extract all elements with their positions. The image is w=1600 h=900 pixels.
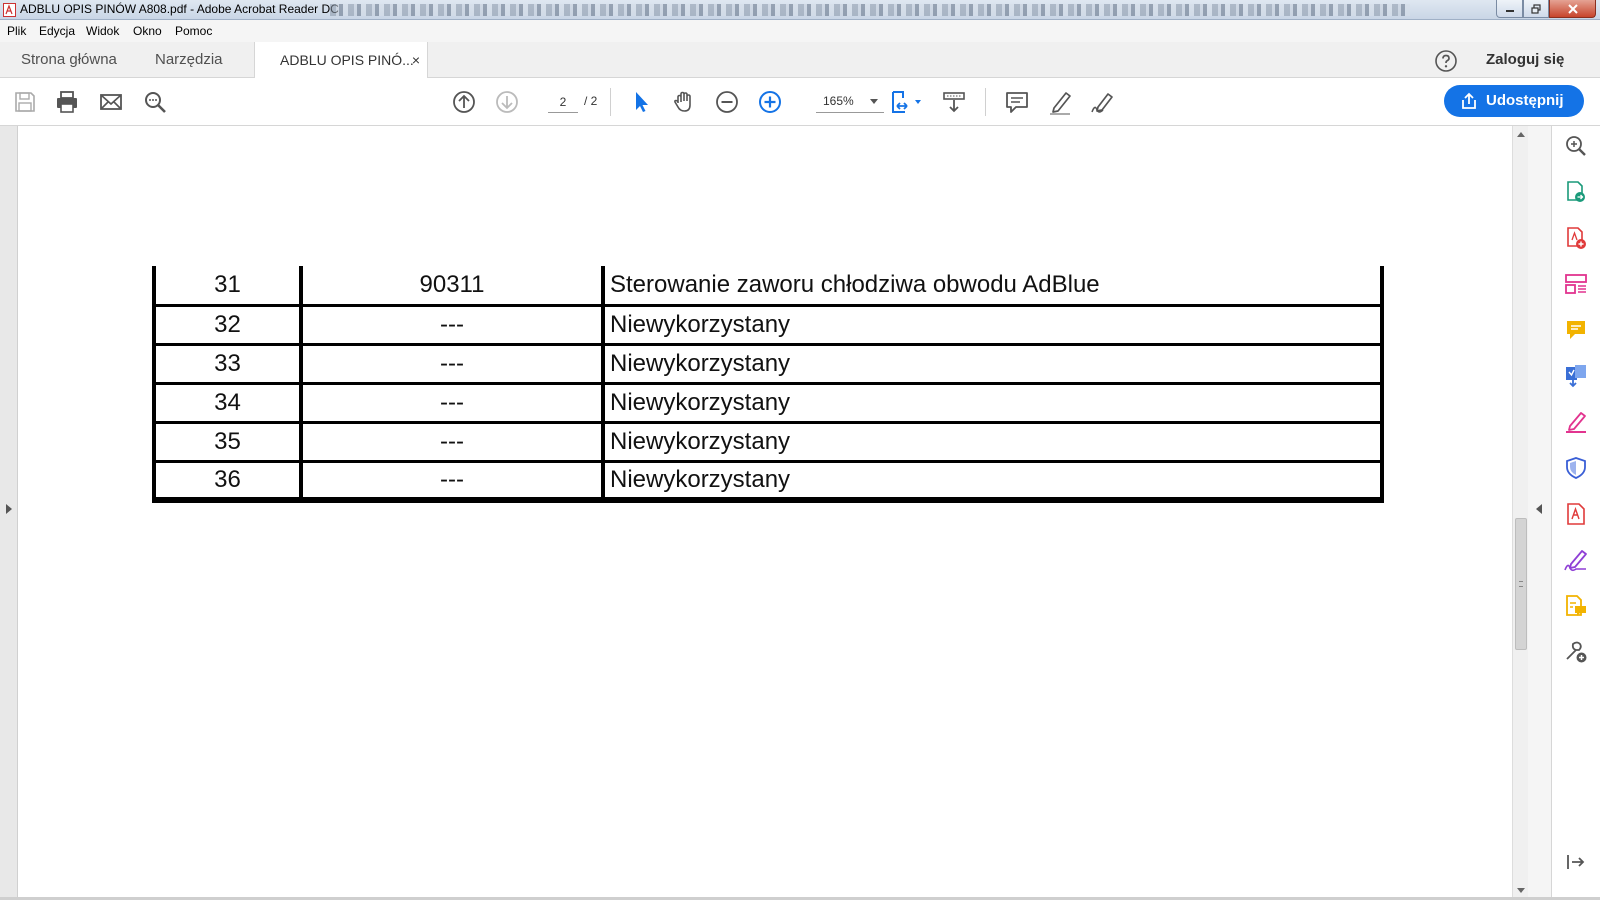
collapse-pane-icon[interactable] xyxy=(1564,850,1588,874)
create-pdf-icon[interactable] xyxy=(1564,226,1588,250)
tab-home[interactable]: Strona główna xyxy=(21,42,117,78)
export-pdf-icon[interactable] xyxy=(1564,180,1588,204)
scroll-up-icon[interactable] xyxy=(1517,132,1525,137)
pin-description-cell: Niewykorzystany xyxy=(601,305,1384,346)
pdf-page xyxy=(18,126,1512,900)
organize-pages-icon[interactable] xyxy=(1564,272,1588,296)
pin-number-cell: 36 xyxy=(152,461,303,503)
table-row: 31 90311 Sterowanie zaworu chłodziwa obw… xyxy=(152,266,1384,307)
pin-number-cell: 34 xyxy=(152,383,303,424)
minimize-icon xyxy=(1505,9,1514,12)
pin-description-cell: Niewykorzystany xyxy=(601,461,1384,503)
share-icon xyxy=(1462,92,1476,109)
pin-code-cell: --- xyxy=(299,344,605,385)
close-window-button[interactable] xyxy=(1549,0,1596,18)
table-row: 32 --- Niewykorzystany xyxy=(152,305,1384,346)
share-button[interactable]: Udostępnij xyxy=(1444,85,1584,117)
pin-description-cell: Niewykorzystany xyxy=(601,344,1384,385)
scroll-grip-icon xyxy=(1519,581,1523,587)
menu-okno[interactable]: Okno xyxy=(133,24,162,38)
chevron-down-icon xyxy=(870,99,878,104)
share-button-label: Udostępnij xyxy=(1486,92,1564,109)
pin-table: 31 90311 Sterowanie zaworu chłodziwa obw… xyxy=(152,266,1384,503)
table-row: 36 --- Niewykorzystany xyxy=(152,461,1384,503)
comment-icon[interactable] xyxy=(1003,88,1031,116)
protect-icon[interactable] xyxy=(1564,456,1588,480)
pin-number-cell: 31 xyxy=(152,266,303,307)
pin-code-cell: --- xyxy=(299,461,605,503)
zoom-value: 165% xyxy=(823,94,854,108)
help-icon[interactable] xyxy=(1434,49,1458,73)
toolbar-divider xyxy=(610,88,611,116)
pin-number-cell: 35 xyxy=(152,422,303,463)
highlight-pen-icon[interactable] xyxy=(1046,88,1074,116)
scroll-mode-icon[interactable] xyxy=(940,88,968,116)
pin-number-cell: 32 xyxy=(152,305,303,346)
scroll-down-icon[interactable] xyxy=(1517,888,1525,893)
more-tools-icon[interactable] xyxy=(1564,640,1588,664)
zoom-dropdown[interactable]: 165% xyxy=(816,91,884,113)
tools-pane xyxy=(1552,126,1600,900)
window-title-bar: ADBLU OPIS PINÓW A808.pdf - Adobe Acroba… xyxy=(0,0,1600,20)
menu-bar: Plik Edycja Widok Okno Pomoc xyxy=(0,20,1600,42)
pin-code-cell: --- xyxy=(299,383,605,424)
right-pane-divider[interactable] xyxy=(1528,126,1552,900)
tab-document-label: ADBLU OPIS PINÓ... xyxy=(280,52,414,68)
window-title: ADBLU OPIS PINÓW A808.pdf - Adobe Acroba… xyxy=(20,2,339,16)
pin-description-cell: Niewykorzystany xyxy=(601,383,1384,424)
menu-pomoc[interactable]: Pomoc xyxy=(175,24,212,38)
close-icon xyxy=(1567,3,1578,14)
pin-description-cell: Sterowanie zaworu chłodziwa obwodu AdBlu… xyxy=(601,266,1384,307)
pin-code-cell: --- xyxy=(299,305,605,346)
fit-page-icon[interactable] xyxy=(888,88,924,116)
select-cursor-icon[interactable] xyxy=(627,88,655,116)
fill-sign-icon[interactable] xyxy=(1564,410,1588,434)
minimize-button[interactable] xyxy=(1496,0,1523,18)
request-signature-icon[interactable] xyxy=(1564,548,1588,572)
tab-bar: Strona główna Narzędzia ADBLU OPIS PINÓ.… xyxy=(0,42,1600,79)
page-up-icon[interactable] xyxy=(450,88,478,116)
toolbar: / 2 165% Udostępnij xyxy=(0,78,1600,126)
zoom-in-icon[interactable] xyxy=(756,88,784,116)
toolbar-divider xyxy=(985,88,986,116)
left-pane-collapsed[interactable] xyxy=(0,126,18,900)
save-icon[interactable] xyxy=(11,88,39,116)
tab-tools[interactable]: Narzędzia xyxy=(155,42,223,78)
pin-number-cell: 33 xyxy=(152,344,303,385)
menu-widok[interactable]: Widok xyxy=(86,24,119,38)
expand-left-pane-icon[interactable] xyxy=(6,504,12,514)
tab-document[interactable]: ADBLU OPIS PINÓ... × xyxy=(254,42,428,79)
menu-plik[interactable]: Plik xyxy=(7,24,26,38)
zoom-out-icon[interactable] xyxy=(713,88,741,116)
acrobat-app-icon xyxy=(3,3,16,17)
print-icon[interactable] xyxy=(53,88,81,116)
login-link[interactable]: Zaloguj się xyxy=(1486,51,1564,68)
menu-edycja[interactable]: Edycja xyxy=(39,24,75,38)
table-row: 35 --- Niewykorzystany xyxy=(152,422,1384,463)
page-number-input[interactable] xyxy=(548,91,578,113)
hand-tool-icon[interactable] xyxy=(670,88,698,116)
page-down-icon[interactable] xyxy=(493,88,521,116)
send-comment-icon[interactable] xyxy=(1564,594,1588,618)
vertical-scrollbar[interactable] xyxy=(1512,126,1528,900)
scrollbar-thumb[interactable] xyxy=(1515,518,1527,650)
restore-icon xyxy=(1531,3,1541,14)
comment-tool-icon[interactable] xyxy=(1564,318,1588,342)
enhance-scan-icon[interactable] xyxy=(1564,134,1588,158)
tab-close-icon[interactable]: × xyxy=(412,42,420,78)
page-total: / 2 xyxy=(584,94,598,108)
table-row: 33 --- Niewykorzystany xyxy=(152,344,1384,385)
collapse-right-pane-icon[interactable] xyxy=(1536,504,1542,514)
email-icon[interactable] xyxy=(97,88,125,116)
search-icon[interactable] xyxy=(141,88,169,116)
convert-pdf-icon[interactable] xyxy=(1564,502,1588,526)
table-row: 34 --- Niewykorzystany xyxy=(152,383,1384,424)
maximize-button[interactable] xyxy=(1523,0,1549,18)
pin-code-cell: 90311 xyxy=(299,266,605,307)
pin-description-cell: Niewykorzystany xyxy=(601,422,1384,463)
sign-icon[interactable] xyxy=(1089,88,1117,116)
pin-code-cell: --- xyxy=(299,422,605,463)
send-for-review-icon[interactable] xyxy=(1564,364,1588,388)
taskbar-thumbnail-strip xyxy=(330,4,1410,16)
